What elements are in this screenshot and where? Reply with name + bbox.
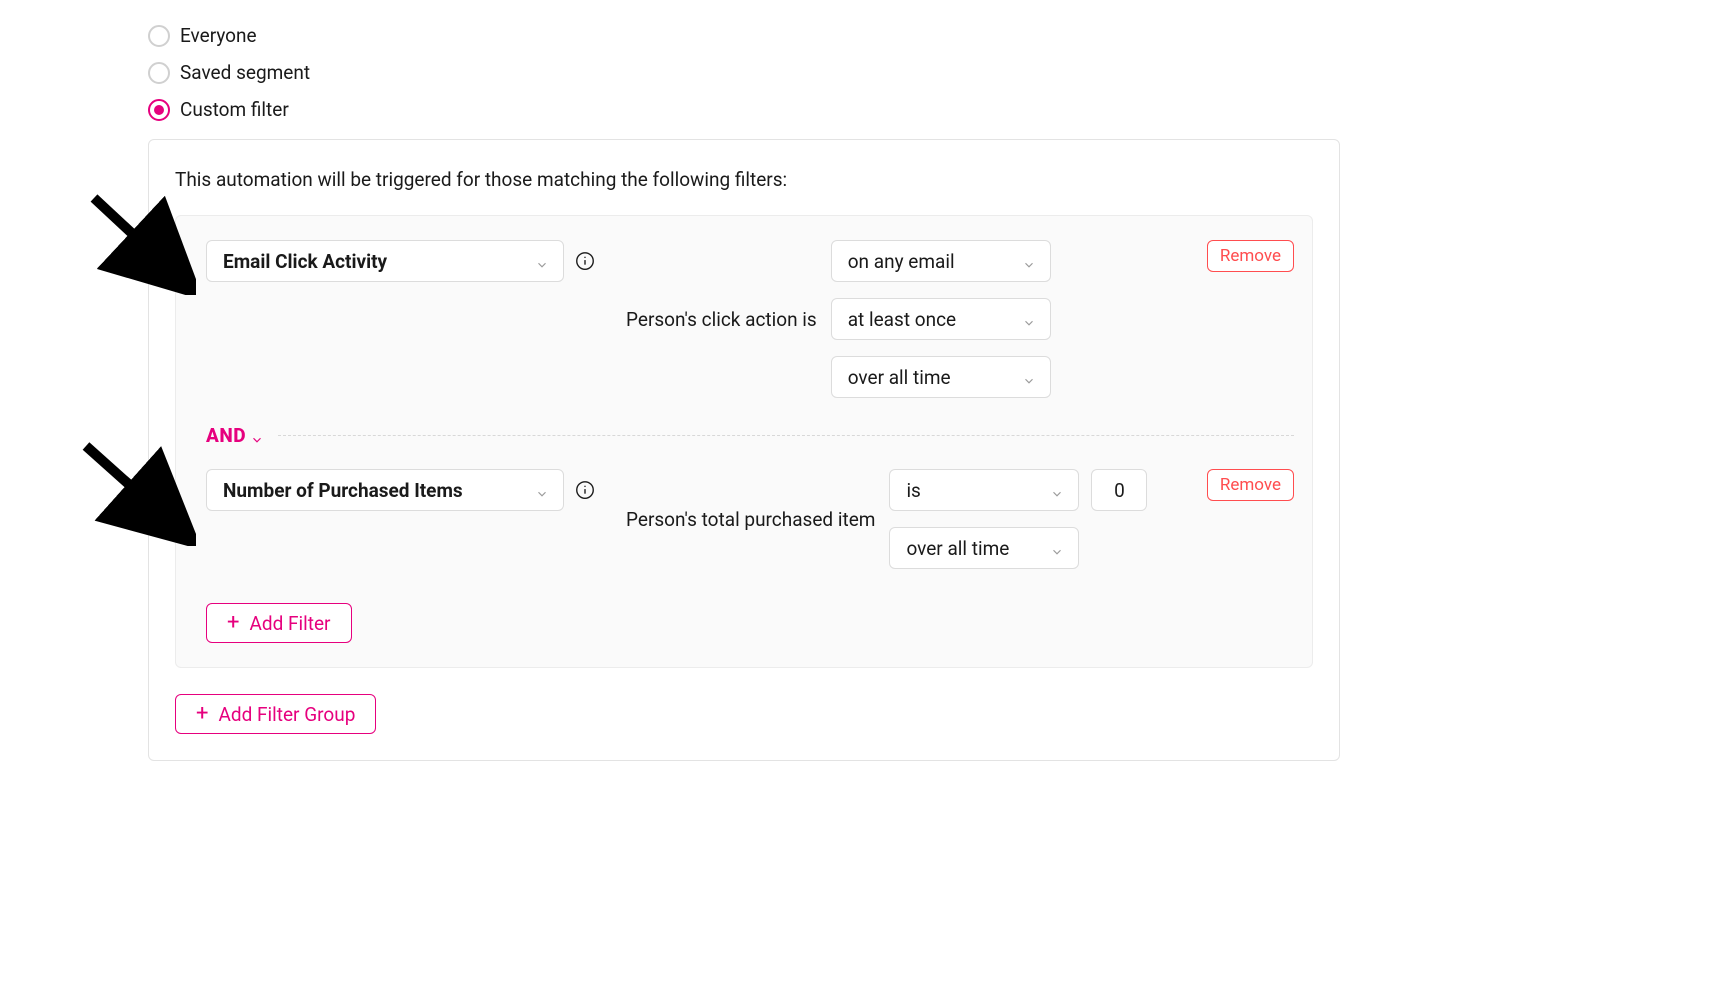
logic-operator-row: AND	[206, 424, 1294, 447]
add-filter-button[interactable]: + Add Filter	[206, 603, 352, 643]
filter-sentence: Person's total purchased item	[626, 508, 875, 531]
button-label: Add Filter Group	[218, 703, 355, 726]
radio-custom-filter[interactable]: Custom filter	[148, 98, 1721, 121]
radio-circle-icon	[148, 25, 170, 47]
select-value: Email Click Activity	[223, 250, 387, 273]
chevron-down-icon	[1050, 483, 1064, 497]
filter-type-select[interactable]: Email Click Activity	[206, 240, 564, 282]
button-label: Remove	[1220, 246, 1281, 266]
operator-label: AND	[206, 424, 246, 447]
radio-everyone[interactable]: Everyone	[148, 24, 1721, 47]
divider	[278, 435, 1294, 436]
panel-description: This automation will be triggered for th…	[175, 168, 1313, 191]
button-label: Add Filter	[249, 612, 330, 635]
filter-type-select[interactable]: Number of Purchased Items	[206, 469, 564, 511]
chevron-down-icon	[1022, 312, 1036, 326]
add-filter-group-button[interactable]: + Add Filter Group	[175, 694, 376, 734]
filter-timerange-select[interactable]: over all time	[889, 527, 1079, 569]
filter-row: Email Click Activity Person's click acti…	[206, 240, 1294, 398]
chevron-down-icon	[1022, 370, 1036, 384]
chevron-down-icon	[250, 429, 264, 443]
filter-row: Number of Purchased Items Person's total…	[206, 469, 1294, 569]
filter-sentence: Person's click action is	[626, 308, 817, 331]
select-value: over all time	[848, 366, 951, 389]
filter-timerange-select[interactable]: over all time	[831, 356, 1051, 398]
input-value: 0	[1114, 479, 1125, 502]
chevron-down-icon	[535, 254, 549, 268]
logic-operator-toggle[interactable]: AND	[206, 424, 264, 447]
radio-saved-segment[interactable]: Saved segment	[148, 61, 1721, 84]
select-value: at least once	[848, 308, 956, 331]
remove-filter-button[interactable]: Remove	[1207, 469, 1294, 501]
chevron-down-icon	[535, 483, 549, 497]
radio-label: Everyone	[180, 24, 257, 47]
plus-icon: +	[196, 703, 208, 725]
filter-panel: This automation will be triggered for th…	[148, 139, 1340, 761]
radio-label: Saved segment	[180, 61, 310, 84]
radio-circle-icon	[148, 99, 170, 121]
filter-group: Email Click Activity Person's click acti…	[175, 215, 1313, 668]
select-value: over all time	[906, 537, 1009, 560]
select-value: Number of Purchased Items	[223, 479, 463, 502]
chevron-down-icon	[1022, 254, 1036, 268]
remove-filter-button[interactable]: Remove	[1207, 240, 1294, 272]
info-icon[interactable]	[574, 479, 596, 501]
chevron-down-icon	[1050, 541, 1064, 555]
select-value: is	[906, 479, 920, 502]
button-label: Remove	[1220, 475, 1281, 495]
radio-circle-icon	[148, 62, 170, 84]
filter-operator-select[interactable]: is	[889, 469, 1079, 511]
info-icon[interactable]	[574, 250, 596, 272]
plus-icon: +	[227, 612, 239, 634]
filter-target-select[interactable]: on any email	[831, 240, 1051, 282]
radio-label: Custom filter	[180, 98, 289, 121]
filter-frequency-select[interactable]: at least once	[831, 298, 1051, 340]
filter-value-input[interactable]: 0	[1091, 469, 1147, 511]
select-value: on any email	[848, 250, 955, 273]
